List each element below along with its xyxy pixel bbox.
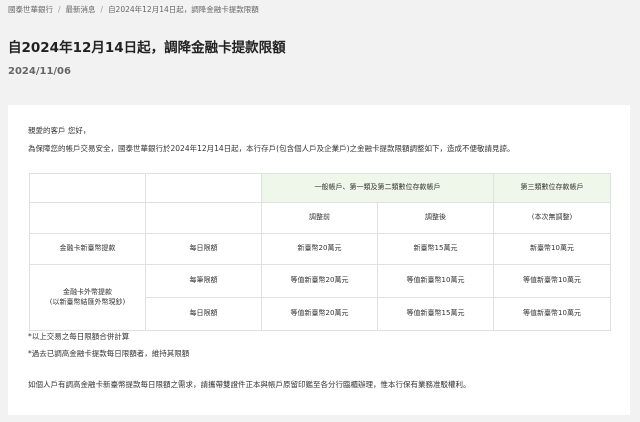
table-header-cell: 調整前 (261, 202, 378, 234)
breadcrumb-news-link[interactable]: 最新消息 (66, 4, 96, 15)
table-cell: 新臺幣20萬元 (261, 233, 378, 265)
breadcrumb: 國泰世華銀行 / 最新消息 / 自2024年12月14日起，調降金融卡提款限額 (8, 4, 259, 15)
row-label-line: (以新臺幣結匯外幣現鈔) (49, 297, 126, 306)
row-label-line: 金融卡外幣提款 (63, 287, 112, 296)
table-cell: 等值新臺幣10萬元 (493, 297, 611, 331)
table-cell (145, 202, 262, 234)
table-cell: 每筆限額 (145, 264, 262, 298)
table-cell: 每日限額 (145, 233, 262, 265)
table-row-label: 金融卡新臺幣提款 (29, 233, 146, 265)
table-row-label: 金融卡外幣提款 (以新臺幣結匯外幣現鈔) (29, 264, 146, 331)
publish-date: 2024/11/06 (8, 66, 71, 77)
table-cell: 每日限額 (145, 297, 262, 331)
table-row: 金融卡新臺幣提款 每日限額 新臺幣20萬元 新臺幣15萬元 新臺幣10萬元 (29, 233, 611, 265)
table-row: 金融卡外幣提款 (以新臺幣結匯外幣現鈔) 每筆限額 等值新臺幣20萬元 等值新臺… (29, 264, 611, 331)
table-header-cell: (本次無調整) (493, 202, 611, 234)
breadcrumb-home-link[interactable]: 國泰世華銀行 (8, 4, 53, 15)
table-header-cell: 一般帳戶、第一類及第二類數位存款帳戶 (261, 173, 494, 203)
breadcrumb-separator: / (58, 5, 61, 14)
intro-text: 為保障您的帳戶交易安全，國泰世華銀行於2024年12月14日起，本行存戶(包含個… (28, 144, 515, 153)
table-header-cell: 調整後 (377, 202, 494, 234)
table-cell (29, 173, 146, 203)
table-cell: 新臺幣15萬元 (377, 233, 494, 265)
page-title: 自2024年12月14日起，調降金融卡提款限額 (8, 40, 286, 56)
breadcrumb-current: 自2024年12月14日起，調降金融卡提款限額 (108, 5, 259, 14)
table-cell: 等值新臺幣20萬元 (261, 297, 378, 331)
table-cell: 等值新臺幣20萬元 (261, 264, 378, 298)
table-cell (145, 173, 262, 203)
table-cell: 等值新臺幣15萬元 (377, 297, 494, 331)
table-cell: 等值新臺幣10萬元 (493, 264, 611, 298)
table-header-cell: 第三類數位存款帳戶 (493, 173, 611, 203)
footnote: *過去已調高金融卡提款每日限額者，維持其限額 (28, 349, 190, 358)
footnote: *以上交易之每日限額合併計算 (28, 332, 130, 341)
withdrawal-limit-table: 一般帳戶、第一類及第二類數位存款帳戶 第三類數位存款帳戶 調整前 調整後 (本次… (29, 173, 611, 331)
breadcrumb-separator: / (100, 5, 104, 14)
table-row: 一般帳戶、第一類及第二類數位存款帳戶 第三類數位存款帳戶 (29, 173, 611, 203)
table-cell (29, 202, 146, 234)
table-cell: 等值新臺幣10萬元 (377, 264, 494, 298)
table-cell: 新臺幣10萬元 (493, 233, 611, 265)
greeting-text: 親愛的客戶 您好， (28, 126, 91, 135)
announcement-card: 親愛的客戶 您好， 為保障您的帳戶交易安全，國泰世華銀行於2024年12月14日… (8, 105, 630, 415)
closing-text: 如個人戶有調高金融卡新臺幣提款每日限額之需求，請攜帶雙證件正本與帳戶原留印鑑至各… (28, 380, 471, 389)
table-row: 調整前 調整後 (本次無調整) (29, 202, 611, 234)
